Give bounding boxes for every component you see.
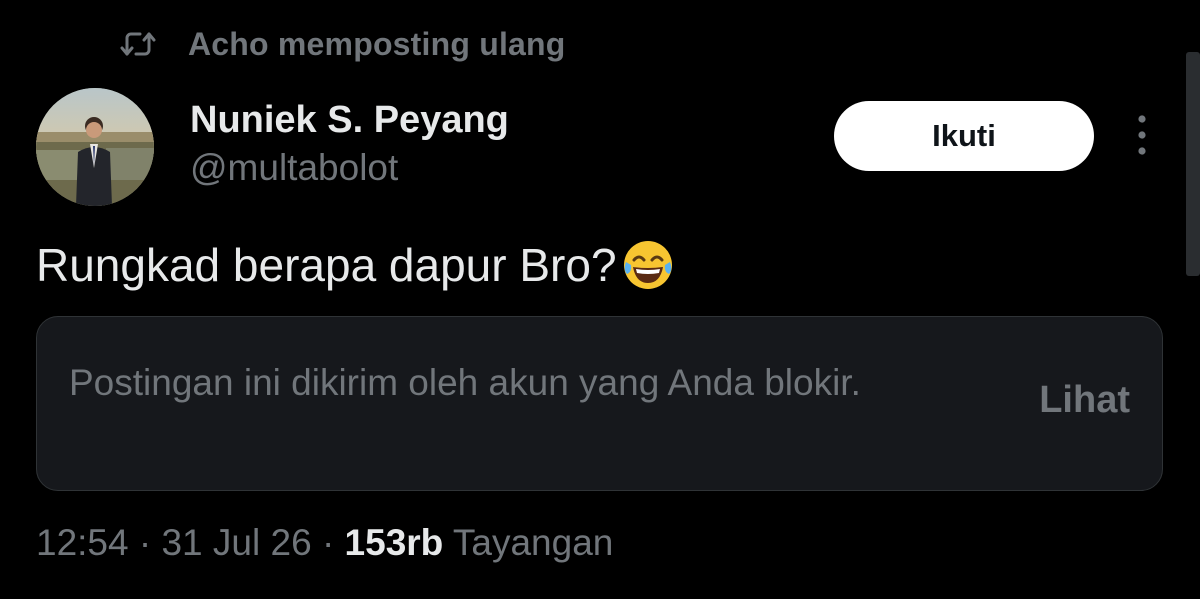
post-text-content: Rungkad berapa dapur Bro? [36,239,617,291]
meta-separator: · [321,522,335,563]
post-meta: 12:54 · 31 Jul 26 · 153rb Tayangan [36,518,613,568]
scrollbar[interactable] [1186,52,1200,276]
post-text: Rungkad berapa dapur Bro? [36,236,675,294]
meta-separator: · [138,522,152,563]
repost-text[interactable]: Acho memposting ulang [188,26,566,63]
laughing-tears-emoji-icon [621,238,675,292]
author-name[interactable]: Nuniek S. Peyang [190,96,509,144]
views-count[interactable]: 153rb [345,522,444,563]
views-label[interactable]: Tayangan [453,522,613,563]
author-handle[interactable]: @multabolot [190,145,509,191]
more-vertical-icon [1136,113,1148,162]
more-options-button[interactable] [1122,112,1162,162]
repost-context[interactable]: Acho memposting ulang [118,22,566,66]
post-date[interactable]: 31 Jul 26 [161,522,311,563]
repost-icon [118,24,158,64]
author-info: Nuniek S. Peyang @multabolot [190,96,509,191]
post-time[interactable]: 12:54 [36,522,129,563]
view-button[interactable]: Lihat [1039,379,1130,422]
blocked-post-notice: Postingan ini dikirim oleh akun yang And… [36,316,1163,491]
follow-button[interactable]: Ikuti [834,101,1094,171]
blocked-notice-text: Postingan ini dikirim oleh akun yang And… [69,362,861,403]
avatar[interactable] [36,88,154,206]
